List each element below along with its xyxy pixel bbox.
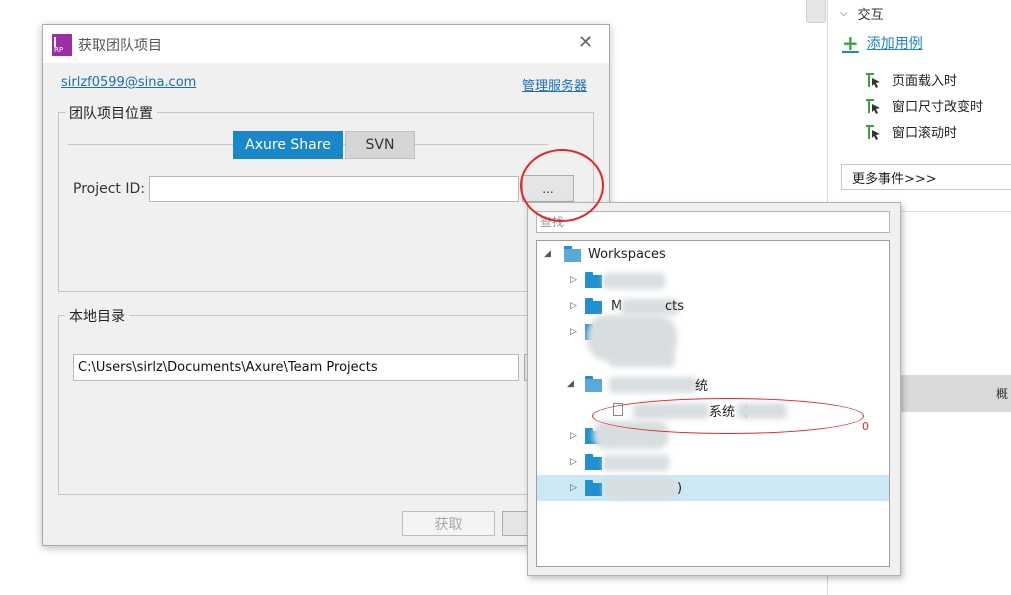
collapsed-caret-icon[interactable]: ▷ [570, 275, 577, 285]
tab-svn[interactable]: SVN [345, 131, 415, 159]
get-team-project-dialog: RP 获取团队项目 ✕ sirlzf0599@sina.com 管理服务器 团队… [42, 24, 610, 546]
event-window-scroll[interactable]: 窗口滚动时 [864, 122, 957, 141]
collapsed-caret-icon[interactable]: ▷ [570, 431, 577, 441]
more-events-label: 更多事件>>> [852, 171, 937, 187]
group-label: 本地目录 [65, 306, 129, 326]
local-directory-input[interactable]: C:\Users\sirlz\Documents\Axure\Team Proj… [73, 354, 519, 381]
annotation-mark: 0 [862, 420, 869, 433]
project-picker-popup: ◢ Workspaces ▷ ▷ M cts ▷ ◢ [527, 202, 901, 576]
collapsed-caret-icon[interactable]: ▷ [570, 301, 577, 311]
chevron-down-icon: ⌵ [840, 8, 848, 19]
get-button[interactable]: 获取 [402, 511, 495, 536]
project-id-label: Project ID: [73, 181, 145, 197]
event-page-load[interactable]: 页面载入时 [864, 70, 957, 89]
folder-icon [585, 298, 602, 314]
dialog-title: 获取团队项目 [78, 38, 162, 54]
collapsed-caret-icon[interactable]: ▷ [570, 457, 577, 467]
event-cursor-icon [866, 98, 880, 114]
event-window-resize[interactable]: 窗口尺寸改变时 [864, 96, 983, 115]
expanded-caret-icon[interactable]: ◢ [567, 379, 574, 389]
folder-icon [585, 376, 602, 392]
event-label: 窗口尺寸改变时 [892, 100, 984, 115]
tree-item-expanded[interactable]: ◢ 统 [537, 371, 889, 397]
annotation-ellipse [592, 398, 864, 434]
project-id-input[interactable] [149, 176, 519, 202]
tree-item[interactable]: ▷ M cts [537, 293, 889, 319]
annotation-circle [520, 149, 604, 222]
close-icon[interactable]: ✕ [578, 34, 593, 52]
axure-rp-icon: RP [52, 34, 72, 56]
redacted-text [603, 455, 669, 471]
event-label: 窗口滚动时 [892, 126, 958, 141]
section-label: 交互 [857, 8, 884, 23]
expanded-caret-icon[interactable]: ◢ [544, 249, 551, 259]
more-events-dropdown[interactable]: 更多事件>>> [841, 164, 1011, 190]
redacted-text [603, 479, 679, 499]
event-cursor-icon [866, 124, 880, 140]
add-case-link[interactable]: + 添加用例 [842, 33, 923, 53]
panel-header-text: 概 [995, 387, 1008, 401]
add-case-label: 添加用例 [866, 36, 923, 52]
group-label: 团队项目位置 [65, 103, 157, 123]
manage-server-link[interactable]: 管理服务器 [522, 75, 587, 94]
event-cursor-icon [866, 72, 880, 88]
tree-item[interactable]: ▷ [537, 267, 889, 293]
collapsed-caret-icon[interactable]: ▷ [570, 327, 577, 337]
event-label: 页面载入时 [892, 74, 958, 89]
folder-icon [585, 272, 602, 288]
tree-item[interactable] [537, 345, 889, 371]
folder-icon [585, 480, 602, 496]
tree-label-suffix: ) [677, 480, 683, 496]
plus-icon: + [842, 31, 859, 55]
collapsed-caret-icon[interactable]: ▷ [570, 483, 577, 493]
tree-label-suffix: 统 [695, 378, 709, 394]
redacted-text [603, 273, 665, 289]
tree-item[interactable]: ▷ [537, 315, 889, 361]
search-field[interactable] [536, 211, 890, 233]
tree-label: Workspaces [588, 246, 666, 262]
folder-icon [585, 454, 602, 470]
tree-root-workspaces[interactable]: ◢ Workspaces [537, 241, 889, 267]
redacted-text [609, 351, 675, 367]
local-directory-group [58, 315, 594, 495]
scrollbar-thumb[interactable] [806, 0, 826, 23]
redacted-text [609, 377, 697, 393]
tab-axure-share[interactable]: Axure Share [233, 131, 343, 159]
search-input[interactable] [537, 212, 889, 232]
folder-icon [564, 246, 581, 262]
tree-label-suffix: cts [665, 298, 685, 314]
title-bar: RP 获取团队项目 ✕ [43, 25, 609, 63]
tree-item[interactable]: ▷ [537, 449, 889, 475]
interaction-section-header[interactable]: ⌵ 交互 [840, 4, 884, 23]
account-link[interactable]: sirlzf0599@sina.com [61, 75, 196, 90]
tree-item-selected[interactable]: ▷ ) [537, 475, 889, 501]
